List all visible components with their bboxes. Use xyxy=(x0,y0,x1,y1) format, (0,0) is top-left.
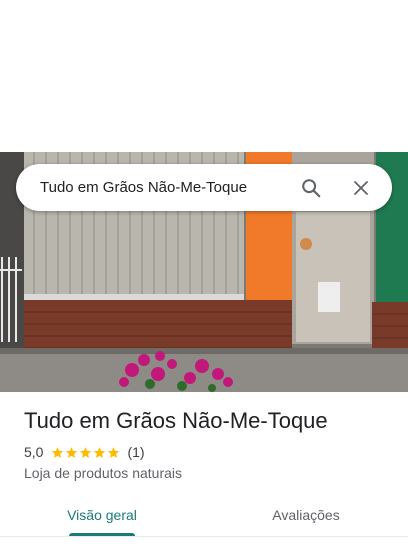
tab-reviews[interactable]: Avaliações xyxy=(204,494,408,536)
search-icon xyxy=(302,178,321,197)
divider xyxy=(0,536,408,537)
place-category: Loja de produtos naturais xyxy=(24,465,182,481)
tab-label: Avaliações xyxy=(272,507,340,523)
star-rating xyxy=(51,446,121,459)
tab-overview[interactable]: Visão geral xyxy=(0,494,204,536)
star-icon xyxy=(66,446,78,458)
search-input[interactable]: Tudo em Grãos Não-Me-Toque xyxy=(40,179,294,196)
star-icon xyxy=(52,446,64,458)
tab-label: Visão geral xyxy=(67,507,137,523)
clear-search-button[interactable] xyxy=(344,171,378,205)
rating-value: 5,0 xyxy=(24,444,44,460)
review-count[interactable]: (1) xyxy=(127,444,144,460)
search-bar[interactable]: Tudo em Grãos Não-Me-Toque xyxy=(16,164,392,211)
place-title: Tudo em Grãos Não-Me-Toque xyxy=(24,408,328,433)
rating-row[interactable]: 5,0 (1) xyxy=(24,444,145,460)
tab-bar: Visão geral Avaliações xyxy=(0,494,408,536)
star-icon xyxy=(108,446,120,458)
star-icon xyxy=(80,446,92,458)
search-button[interactable] xyxy=(294,171,328,205)
star-icon xyxy=(94,446,106,458)
close-icon xyxy=(354,180,368,195)
